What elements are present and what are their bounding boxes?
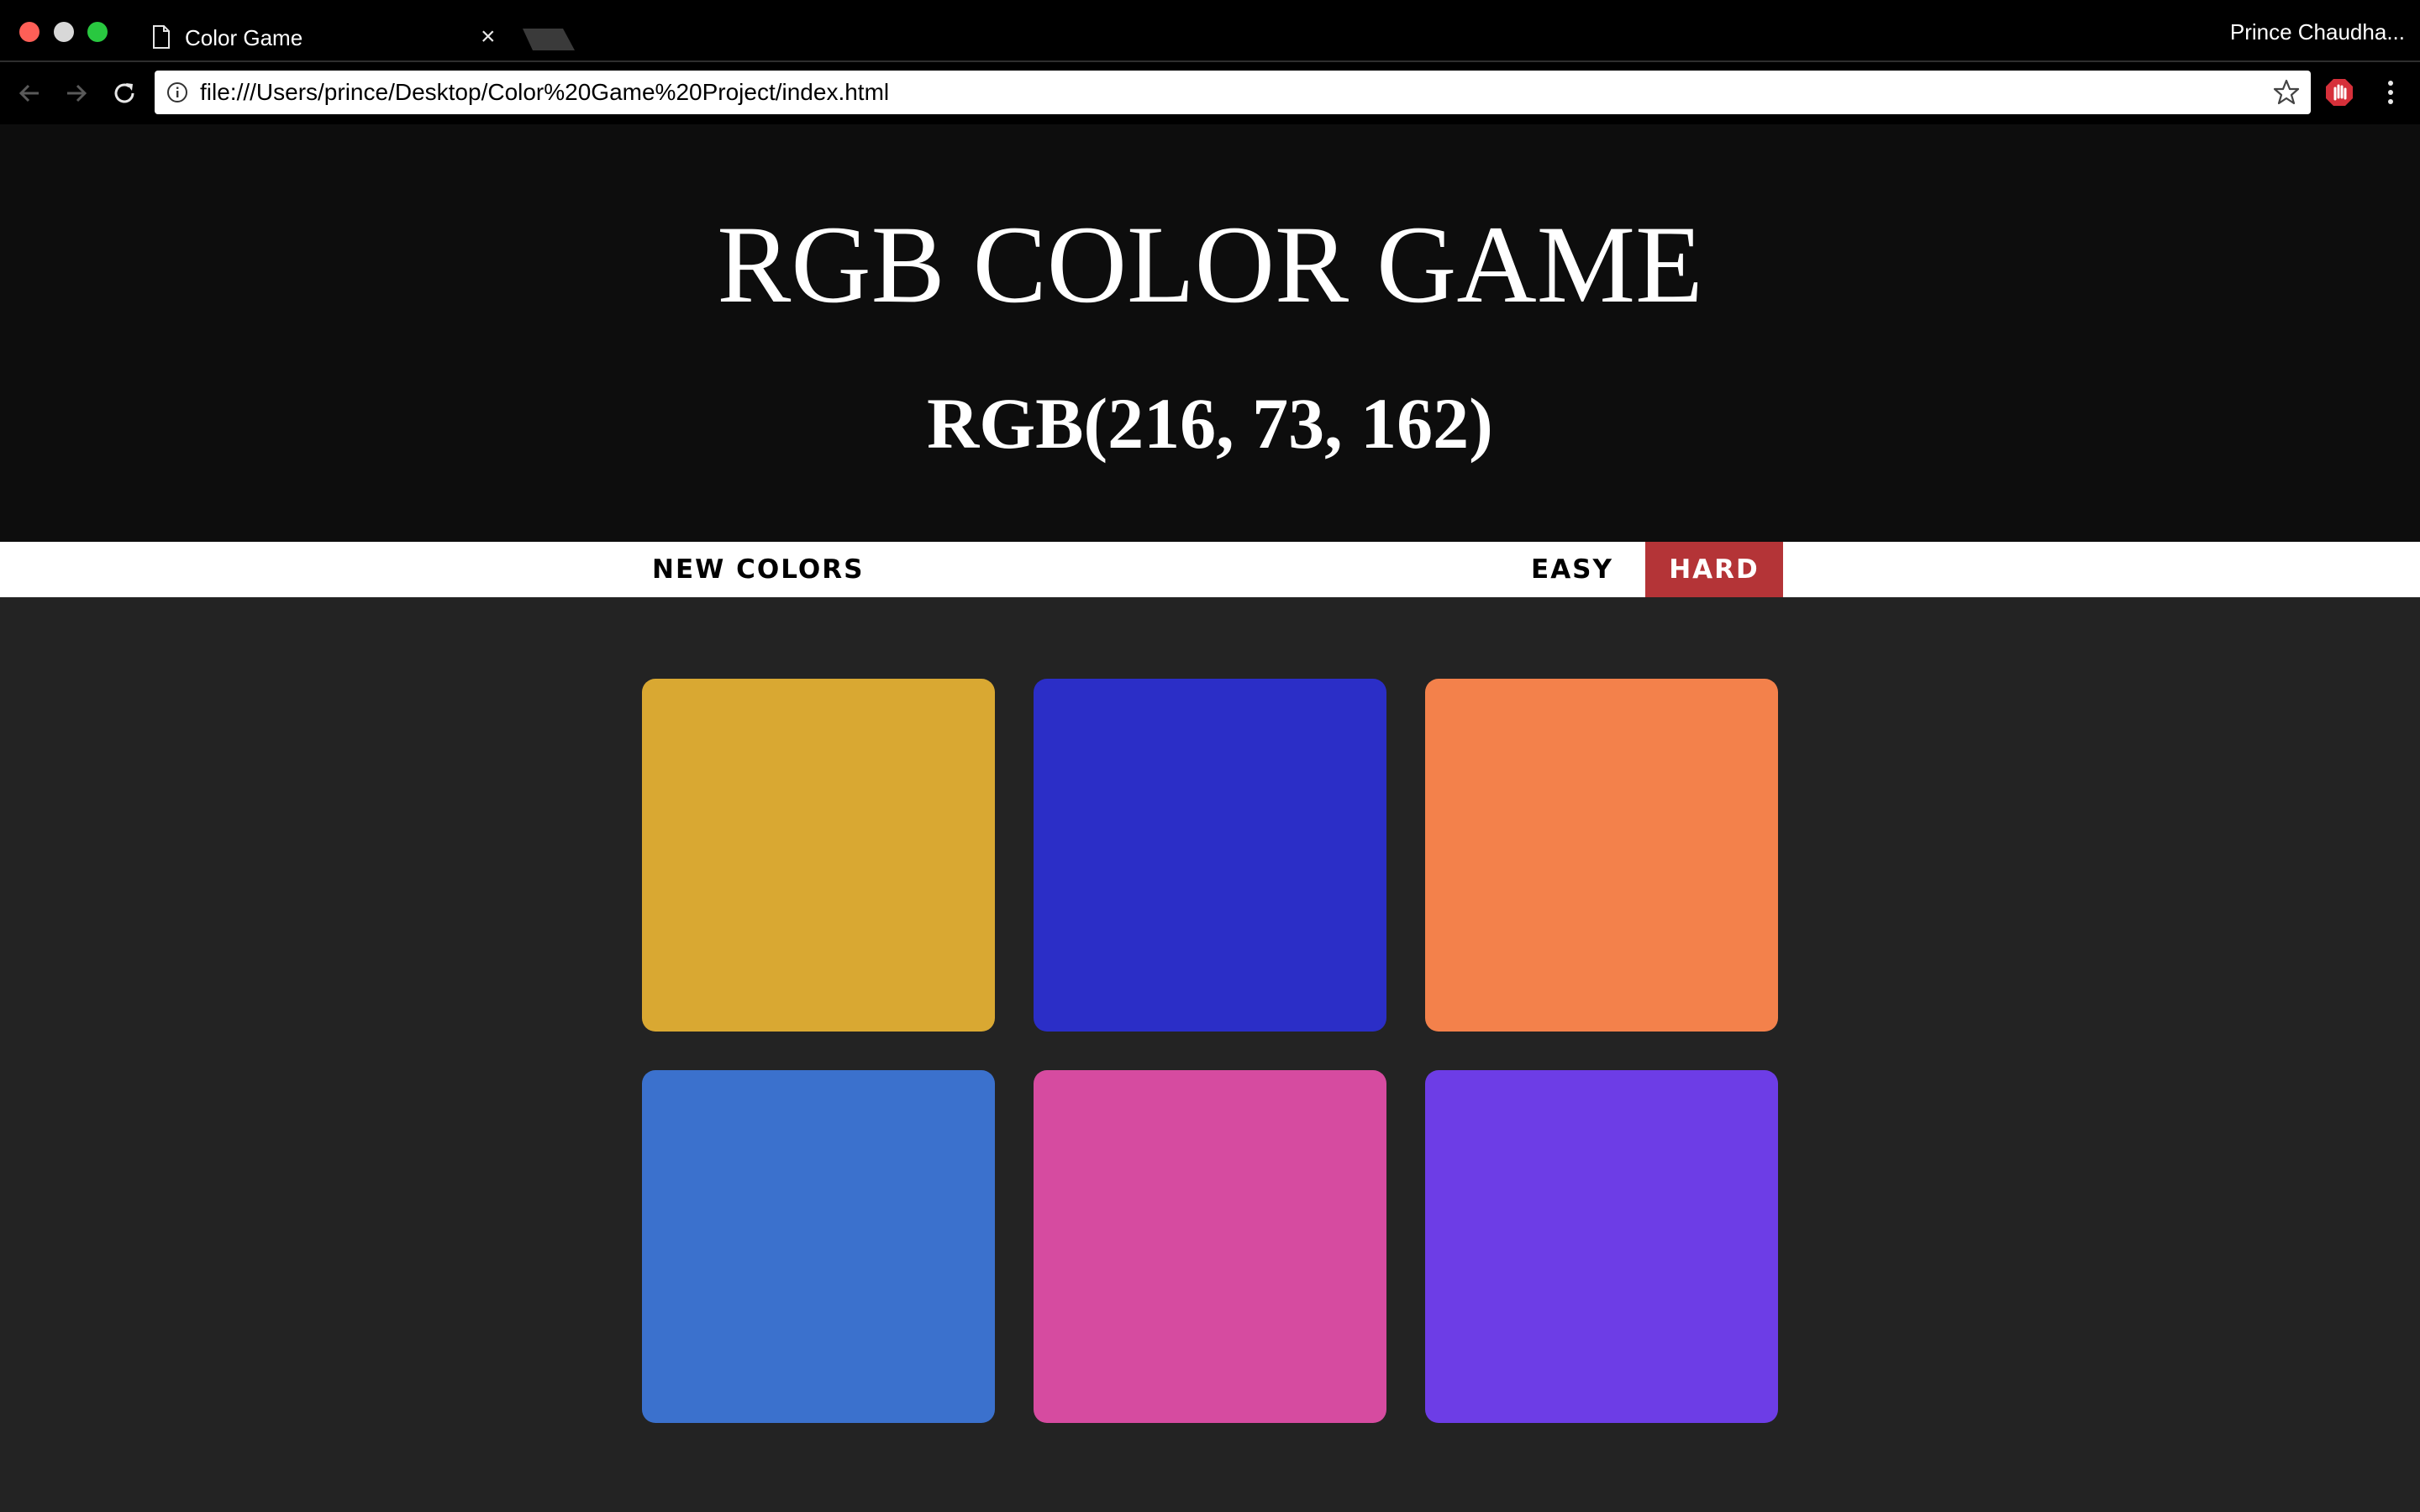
star-icon[interactable] bbox=[2272, 78, 2301, 107]
window-maximize-button[interactable] bbox=[87, 22, 108, 42]
forward-icon[interactable] bbox=[62, 79, 91, 108]
control-stripe: NEW COLORS EASY HARD bbox=[0, 542, 2420, 597]
window-minimize-button[interactable] bbox=[54, 22, 74, 42]
browser-tab[interactable]: Color Game × bbox=[122, 12, 517, 63]
hard-mode-button[interactable]: HARD bbox=[1645, 542, 1783, 597]
game-header: RGB COLOR GAME RGB(216, 73, 162) bbox=[0, 124, 2420, 542]
page-title: RGB COLOR GAME bbox=[717, 202, 1703, 326]
color-square[interactable] bbox=[1034, 679, 1386, 1032]
tab-close-icon[interactable]: × bbox=[481, 22, 496, 52]
new-tab-button[interactable] bbox=[521, 27, 576, 52]
reload-icon[interactable] bbox=[110, 79, 139, 108]
color-square[interactable] bbox=[1034, 1070, 1386, 1423]
easy-mode-button[interactable]: EASY bbox=[1515, 542, 1629, 597]
color-square[interactable] bbox=[642, 1070, 995, 1423]
url-text[interactable]: file:///Users/prince/Desktop/Color%20Gam… bbox=[200, 78, 889, 107]
tab-title: Color Game bbox=[185, 25, 303, 50]
browser-title-bar: Color Game × Prince Chaudha... bbox=[0, 0, 2420, 63]
back-icon[interactable] bbox=[15, 79, 44, 108]
info-icon[interactable] bbox=[166, 81, 188, 103]
new-colors-button[interactable]: NEW COLORS bbox=[652, 542, 874, 597]
menu-icon[interactable] bbox=[2378, 77, 2403, 108]
color-square[interactable] bbox=[1425, 1070, 1778, 1423]
profile-name[interactable]: Prince Chaudha... bbox=[2230, 18, 2405, 45]
document-icon bbox=[153, 25, 170, 49]
color-square[interactable] bbox=[642, 679, 995, 1032]
address-bar[interactable]: file:///Users/prince/Desktop/Color%20Gam… bbox=[155, 71, 2311, 114]
color-square[interactable] bbox=[1425, 679, 1778, 1032]
extension-icon[interactable] bbox=[2324, 77, 2354, 108]
color-squares-grid bbox=[0, 597, 2420, 1512]
browser-toolbar: file:///Users/prince/Desktop/Color%20Gam… bbox=[0, 62, 2420, 124]
target-color-display: RGB(216, 73, 162) bbox=[927, 383, 1493, 464]
window-close-button[interactable] bbox=[19, 22, 39, 42]
